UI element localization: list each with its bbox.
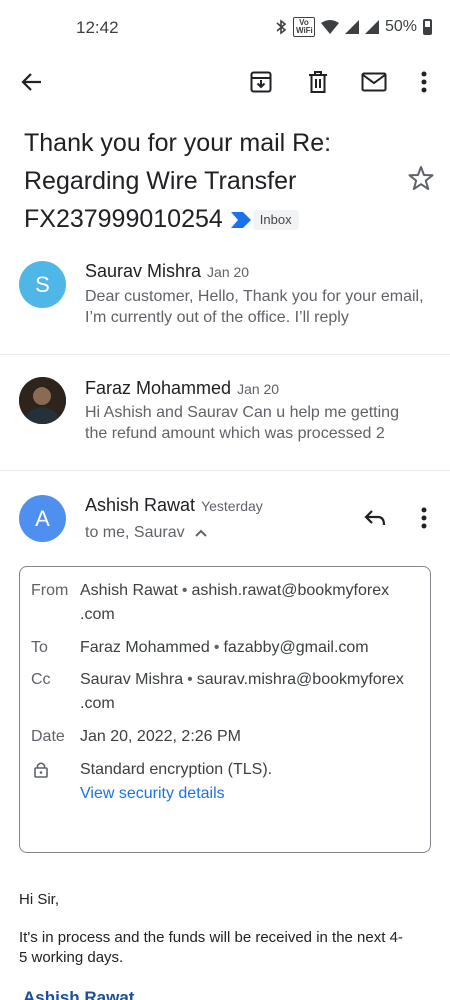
security-text: Standard encryption (TLS). xyxy=(80,761,273,778)
cc-email[interactable]: saurav.mishra@bookmyforex xyxy=(197,671,404,688)
battery-percent: 50% xyxy=(384,18,417,35)
to-label: To xyxy=(31,639,48,656)
cc-value: Saurav Mishra • saurav.mishra@bookmyforex.… xyxy=(80,668,420,716)
sender-name: Faraz Mohammed xyxy=(85,378,232,398)
date-label: Date xyxy=(31,728,65,745)
signal-icon xyxy=(344,20,359,34)
status-icons: Vo WiFi 50% xyxy=(275,17,432,37)
sender-line: Ashish Rawat Yesterday xyxy=(85,495,263,516)
separator-dot: • xyxy=(187,671,193,688)
message-snippet: Dear customer, Hello, Thank you for your… xyxy=(85,288,424,326)
message-more-icon[interactable] xyxy=(408,502,440,534)
more-vert-icon[interactable] xyxy=(408,66,440,98)
top-toolbar xyxy=(0,56,450,108)
avatar[interactable]: A xyxy=(19,495,66,542)
message-date: Jan 20 xyxy=(207,264,250,280)
subject-line-2: Regarding Wire Transfer xyxy=(24,167,297,195)
bluetooth-icon xyxy=(276,19,287,35)
message-snippet: Hi Ashish and Saurav Can u help me getti… xyxy=(85,404,399,442)
body-line-2: 5 working days. xyxy=(19,949,124,966)
divider xyxy=(0,470,450,471)
recipients-text: to me, Saurav xyxy=(85,524,185,541)
to-email[interactable]: fazabby@gmail.com xyxy=(223,639,368,656)
sender-name: Ashish Rawat xyxy=(85,495,196,515)
to-name: Faraz Mohammed xyxy=(80,639,210,656)
avatar[interactable]: S xyxy=(19,261,66,308)
importance-marker-icon[interactable] xyxy=(230,212,251,229)
from-name: Ashish Rawat xyxy=(80,582,178,599)
sender-line: Faraz Mohammed Jan 20 xyxy=(85,378,279,399)
wifi-icon xyxy=(320,20,339,34)
collapsed-message-faraz[interactable]: Faraz Mohammed Jan 20 Hi Ashish and Saura… xyxy=(0,366,450,470)
star-icon[interactable] xyxy=(408,165,436,193)
volte-bottom-text: WiFi xyxy=(295,26,313,35)
volte-wifi-icon: Vo WiFi xyxy=(292,17,315,37)
subject-line-3: FX237999010254 xyxy=(24,205,223,233)
lock-icon xyxy=(34,761,48,786)
body-line-1: It's in process and the funds will be re… xyxy=(19,929,403,946)
message-date: Jan 20 xyxy=(237,381,280,397)
separator-dot: • xyxy=(181,582,188,599)
inbox-label-chip[interactable]: Inbox xyxy=(252,210,299,231)
message-date: Yesterday xyxy=(201,498,263,514)
security-value: Standard encryption (TLS). View security … xyxy=(80,758,420,806)
delete-icon[interactable] xyxy=(302,66,334,98)
body-paragraph: It's in process and the funds will be re… xyxy=(19,928,434,968)
archive-icon[interactable] xyxy=(245,66,277,98)
back-arrow-icon[interactable] xyxy=(16,66,48,98)
avatar-initial: A xyxy=(35,505,50,531)
to-value: Faraz Mohammed • fazabby@gmail.com xyxy=(80,636,420,660)
view-security-details-link[interactable]: View security details xyxy=(80,785,225,802)
divider xyxy=(0,354,450,355)
from-label: From xyxy=(31,582,69,599)
signature-name: Ashish Rawat xyxy=(23,988,135,1000)
email-subject: Thank you for your mail Re: Regarding Wi… xyxy=(24,124,404,238)
subject-line-3-wrap: FX237999010254 Inbox xyxy=(24,200,404,238)
cc-email-cont: .com xyxy=(80,695,115,712)
from-email-cont: .com xyxy=(80,606,115,623)
from-value: Ashish Rawat • ashish.rawat@bookmyforex .co… xyxy=(80,579,420,627)
cc-name: Saurav Mishra xyxy=(80,671,184,688)
avatar-photo[interactable] xyxy=(19,377,66,424)
recipients-toggle[interactable]: to me, Saurav xyxy=(85,524,207,542)
status-time: 12:42 xyxy=(76,18,119,37)
subject-line-1: Thank you for your mail Re: xyxy=(24,129,332,157)
separator-dot: • xyxy=(213,639,220,656)
reply-icon[interactable] xyxy=(359,502,391,534)
mark-unread-mail-icon[interactable] xyxy=(358,66,390,98)
battery-icon xyxy=(423,19,432,35)
body-greeting: Hi Sir, xyxy=(19,891,60,908)
cc-label: Cc xyxy=(31,671,51,688)
avatar-initial: S xyxy=(35,271,50,297)
collapsed-message-saurav[interactable]: S Saurav Mishra Jan 20 Dear customer, Hel… xyxy=(0,250,450,354)
chevron-up-icon xyxy=(194,529,207,537)
from-email[interactable]: ashish.rawat@bookmyforex xyxy=(191,582,389,599)
sender-name: Saurav Mishra xyxy=(85,261,202,281)
sender-line: Saurav Mishra Jan 20 xyxy=(85,261,249,282)
message-details-box: From Ashish Rawat • ashish.rawat@bookmyfor… xyxy=(19,566,431,853)
signal-icon-2 xyxy=(364,20,379,34)
date-value: Jan 20, 2022, 2:26 PM xyxy=(80,728,241,745)
status-bar: 12:42 Vo WiFi 50% xyxy=(0,0,450,56)
open-message-header: A Ashish Rawat Yesterday to me, Saurav xyxy=(0,484,450,554)
